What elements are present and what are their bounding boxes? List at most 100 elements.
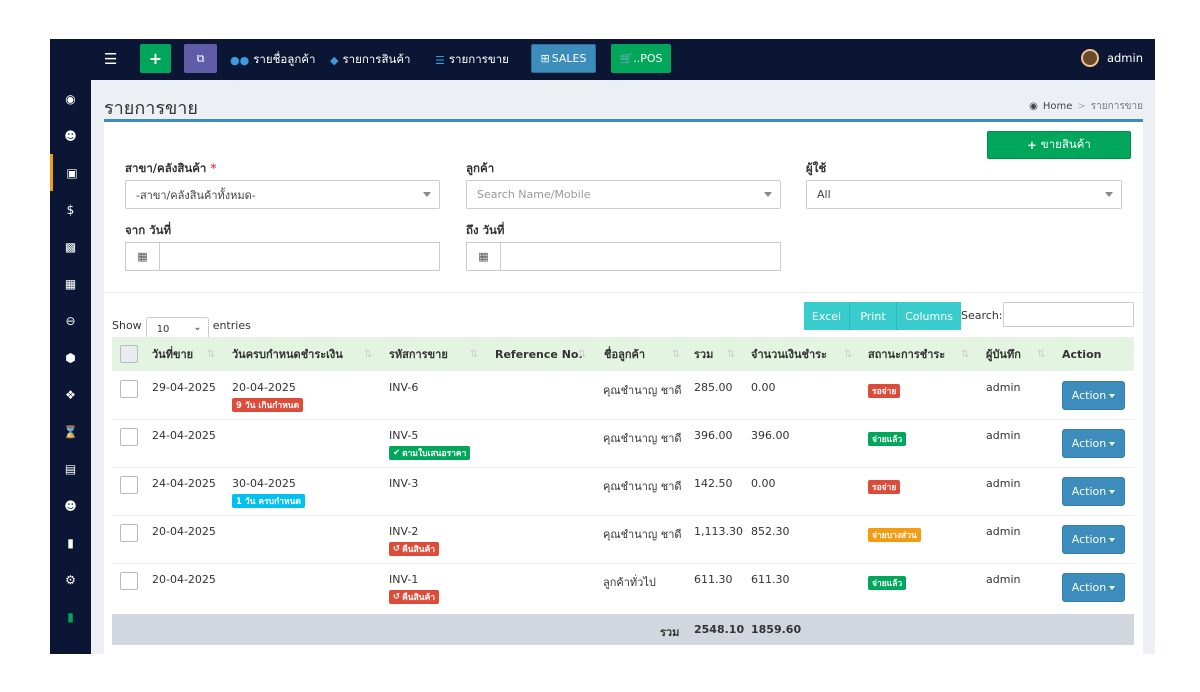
cell-sale-date: 20-04-2025 (152, 525, 216, 538)
breadcrumb-home[interactable]: Home (1043, 101, 1073, 112)
sales-button[interactable]: ⊞ SALES (531, 44, 596, 73)
select-all-checkbox[interactable] (120, 345, 138, 363)
sidebar-item-settings[interactable]: ⚙ (50, 561, 91, 598)
sidebar-item-report[interactable]: ▤ (50, 450, 91, 487)
user-filter-select[interactable]: All (806, 180, 1122, 209)
user-menu[interactable]: admin (1080, 49, 1143, 67)
cart-icon: 🛒 (619, 52, 634, 65)
grid-icon: ▦ (64, 276, 77, 291)
calendar-icon: ▦ (467, 243, 501, 270)
add-new-button[interactable]: + (140, 44, 171, 73)
sell-product-button[interactable]: + ขายสินค้า (987, 131, 1131, 159)
book-icon: ▮ (67, 609, 74, 624)
row-checkbox[interactable] (120, 428, 138, 446)
col-header-reference[interactable]: Reference No. (495, 337, 583, 371)
columns-button[interactable]: Columns (897, 302, 961, 330)
undo-icon: ↺ (393, 592, 401, 602)
cell-sale-date: 29-04-2025 (152, 381, 216, 394)
sidebar-item-add-user[interactable]: ☻ (50, 117, 91, 154)
row-checkbox[interactable] (120, 572, 138, 590)
col-header-recorder[interactable]: ผู้บันทึก (986, 337, 1021, 371)
row-checkbox[interactable] (120, 524, 138, 542)
cell-total: 142.50 (694, 477, 733, 490)
copy-button[interactable]: ⧉ (184, 44, 217, 73)
top-navbar: ☰ + ⧉ ●● รายชื่อลูกค้า ◆ รายการสินค้า ☰ … (50, 39, 1155, 80)
col-header-sale-date[interactable]: วันที่ขาย (152, 337, 193, 371)
col-header-due-date[interactable]: วันครบกำหนดชำระเงิน (232, 337, 343, 371)
col-header-customer[interactable]: ชื่อลูกค้า (604, 337, 645, 371)
sidebar-item-calendar[interactable]: ▩ (50, 228, 91, 265)
customer-select[interactable]: Search Name/Mobile (466, 180, 781, 209)
nav-customers-link[interactable]: ●● รายชื่อลูกค้า (230, 51, 315, 69)
main-content: รายการขาย ◉ Home > รายการขาย + ขายสินค้า… (91, 80, 1155, 654)
sidebar-item-finance[interactable]: $ (50, 191, 91, 228)
cell-sale-date: 20-04-2025 (152, 573, 216, 586)
pos-button[interactable]: 🛒 ..POS (611, 44, 671, 73)
cell-recorder: admin (986, 477, 1021, 490)
customer-select-placeholder: Search Name/Mobile (477, 188, 591, 201)
cell-sale-code[interactable]: INV-1 (389, 573, 418, 586)
sort-icon: ⇅ (961, 349, 970, 360)
print-button[interactable]: Print (850, 302, 897, 330)
cell-total: 285.00 (694, 381, 733, 394)
cell-total: 611.30 (694, 573, 733, 586)
sidebar-item-users[interactable]: ☻ (50, 487, 91, 524)
cell-sale-code[interactable]: INV-3 (389, 477, 418, 490)
sidebar-item-products[interactable]: ❖ (50, 376, 91, 413)
search-input[interactable] (1003, 302, 1134, 327)
status-badge: จ่ายบางส่วน (868, 528, 921, 542)
col-header-paid[interactable]: จำนวนเงินชำระ (751, 337, 827, 371)
nav-sales-link[interactable]: ☰ รายการขาย (435, 51, 509, 69)
sidebar-item-cube[interactable]: ⬢ (50, 339, 91, 376)
cube-icon: ⬢ (65, 350, 76, 365)
row-action-button[interactable]: Action (1062, 525, 1125, 554)
sort-icon: ⇅ (470, 349, 479, 360)
sidebar-item-dashboard[interactable]: ◉ (50, 80, 91, 117)
cell-sale-code[interactable]: INV-2 (389, 525, 418, 538)
sidebar-item-book[interactable]: ▮ (50, 598, 91, 635)
col-header-payment-status[interactable]: สถานะการชำระ (868, 337, 945, 371)
cell-due-date: 30-04-2025 (232, 477, 296, 490)
sidebar-item-hourglass[interactable]: ⌛ (50, 413, 91, 450)
row-checkbox[interactable] (120, 476, 138, 494)
row-action-button[interactable]: Action (1062, 573, 1125, 602)
cell-total: 396.00 (694, 429, 733, 442)
table-row: 20-04-2025 INV-1 ↺ คืนสินค้า ลูกค้าทั่วไป… (112, 564, 1134, 612)
due-soon-badge: 1 วัน ครบกำหนด (232, 494, 305, 508)
dashboard-icon: ◉ (65, 91, 76, 106)
table-row: 29-04-2025 20-04-2025 9 วัน เกินกำหนด IN… (112, 372, 1134, 420)
sidebar-item-grid[interactable]: ▦ (50, 265, 91, 302)
from-date-input[interactable]: ▦ (125, 242, 440, 271)
sidebar-item-chart[interactable]: ▮ (50, 524, 91, 561)
col-header-total[interactable]: รวม (694, 337, 713, 371)
row-action-button[interactable]: Action (1062, 477, 1125, 506)
user-filter-label: ผู้ใช้ (806, 161, 827, 175)
menu-toggle-icon[interactable]: ☰ (104, 51, 117, 67)
nav-products-link[interactable]: ◆ รายการสินค้า (330, 51, 410, 69)
cell-paid: 852.30 (751, 525, 790, 538)
cell-sale-code[interactable]: INV-6 (389, 381, 418, 394)
customer-label: ลูกค้า (466, 161, 495, 175)
cart-icon: ▣ (66, 165, 78, 180)
nav-products-label: รายการสินค้า (342, 52, 411, 66)
to-date-input[interactable]: ▦ (466, 242, 781, 271)
cell-total: 1,113.30 (694, 525, 743, 538)
row-checkbox[interactable] (120, 380, 138, 398)
sidebar-item-sales[interactable]: ▣ (50, 154, 91, 191)
divider (104, 292, 1143, 293)
cell-sale-code[interactable]: INV-5 (389, 429, 418, 442)
row-action-button[interactable]: Action (1062, 381, 1125, 410)
col-header-sale-code[interactable]: รหัสการขาย (389, 337, 448, 371)
row-action-button[interactable]: Action (1062, 429, 1125, 458)
hourglass-icon: ⌛ (63, 424, 78, 439)
excel-button[interactable]: Excel (804, 302, 850, 330)
undo-icon: ↺ (393, 544, 401, 554)
caret-down-icon (1109, 537, 1116, 542)
length-value: 10 (156, 324, 170, 335)
sort-icon: ⇅ (844, 349, 853, 360)
sidebar-item-minus[interactable]: ⊖ (50, 302, 91, 339)
sort-icon: ⇅ (364, 349, 373, 360)
branch-select[interactable]: -สาขา/คลังสินค้าทั้งหมด- (125, 180, 440, 209)
from-date-label: จาก วันที่ (125, 223, 172, 237)
calendar-plus-icon: ▩ (64, 239, 77, 254)
